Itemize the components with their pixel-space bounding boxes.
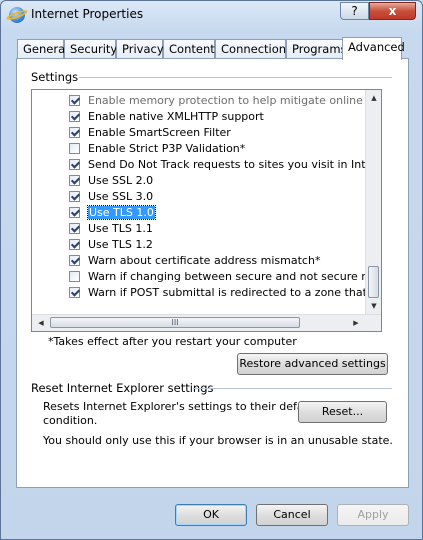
setting-label: Use TLS 1.1 (88, 222, 153, 235)
restart-note: *Takes effect after you restart your com… (48, 335, 297, 348)
settings-list[interactable]: Enable memory protection to help mitigat… (31, 89, 382, 332)
apply-button[interactable]: Apply (337, 504, 409, 526)
setting-item[interactable]: Warn if changing between secure and not … (32, 269, 366, 285)
tab-general[interactable]: General (17, 39, 68, 59)
tab-connections[interactable]: Connections (215, 39, 292, 59)
setting-checkbox[interactable] (69, 143, 80, 154)
settings-group-label: Settings (31, 70, 79, 84)
settings-items: Enable memory protection to help mitigat… (32, 93, 366, 306)
setting-label: Enable native XMLHTTP support (88, 110, 264, 123)
vertical-scrollbar[interactable]: ▲ ▼ (365, 90, 381, 314)
reset-divider (193, 388, 392, 389)
cancel-button[interactable]: Cancel (256, 504, 328, 526)
setting-item-selected[interactable]: Use TLS 1.0 (32, 205, 366, 221)
tab-security[interactable]: Security (64, 39, 117, 59)
reset-warning: You should only use this if your browser… (43, 434, 393, 447)
setting-checkbox[interactable] (69, 223, 80, 234)
reset-description-cont: condition. (43, 414, 98, 427)
setting-label: Warn about certificate address mismatch* (88, 254, 321, 267)
setting-checkbox[interactable] (69, 239, 80, 250)
setting-label: Enable Strict P3P Validation* (88, 142, 246, 155)
scroll-left-icon[interactable]: ◀ (33, 315, 49, 331)
setting-item[interactable]: Use SSL 2.0 (32, 173, 366, 189)
setting-label: Use SSL 3.0 (88, 190, 154, 203)
horizontal-scroll-thumb[interactable]: III (50, 317, 300, 328)
setting-item[interactable]: Enable memory protection to help mitigat… (32, 93, 366, 109)
setting-label: Send Do Not Track requests to sites you … (88, 158, 366, 171)
setting-checkbox[interactable] (69, 95, 80, 106)
setting-item[interactable]: Use SSL 3.0 (32, 189, 366, 205)
setting-checkbox[interactable] (69, 287, 80, 298)
window-title: Internet Properties (31, 7, 144, 21)
setting-checkbox[interactable] (69, 271, 80, 282)
setting-item[interactable]: Warn about certificate address mismatch* (32, 253, 366, 269)
reset-description: Resets Internet Explorer's settings to t… (43, 400, 318, 413)
setting-label: Use SSL 2.0 (88, 174, 154, 187)
tab-content[interactable]: Content (163, 39, 215, 59)
setting-item[interactable]: Enable SmartScreen Filter (32, 125, 366, 141)
setting-label: Enable SmartScreen Filter (88, 126, 231, 139)
setting-item[interactable]: Warn if POST submittal is redirected to … (32, 285, 366, 301)
setting-checkbox[interactable] (69, 191, 80, 202)
setting-checkbox[interactable] (69, 207, 80, 218)
setting-item[interactable]: Enable Strict P3P Validation* (32, 141, 366, 157)
settings-divider (79, 77, 392, 78)
setting-label: Use TLS 1.0 (87, 205, 156, 220)
setting-checkbox[interactable] (69, 175, 80, 186)
setting-label: Enable memory protection to help mitigat… (88, 94, 366, 107)
ok-button[interactable]: OK (175, 504, 247, 526)
setting-item[interactable]: Use TLS 1.2 (32, 237, 366, 253)
restore-advanced-settings-button[interactable]: Restore advanced settings (237, 353, 388, 375)
reset-group-label: Reset Internet Explorer settings (31, 381, 214, 395)
internet-properties-window: Internet Properties ? x General Security… (0, 0, 423, 540)
help-button[interactable]: ? (340, 2, 369, 20)
setting-item[interactable]: Enable native XMLHTTP support (32, 109, 366, 125)
scroll-down-icon[interactable]: ▼ (367, 298, 381, 314)
setting-checkbox[interactable] (69, 159, 80, 170)
title-bar[interactable]: Internet Properties ? x (1, 1, 422, 29)
setting-label: Warn if POST submittal is redirected to … (88, 286, 366, 299)
setting-label: Use TLS 1.2 (88, 238, 153, 251)
setting-item[interactable]: Send Do Not Track requests to sites you … (32, 157, 366, 173)
setting-checkbox[interactable] (69, 111, 80, 122)
tab-programs[interactable]: Programs (286, 39, 347, 59)
horizontal-scrollbar[interactable]: ◀ III ▶ (32, 314, 381, 331)
scroll-right-icon[interactable]: ▶ (348, 315, 364, 331)
setting-checkbox[interactable] (69, 255, 80, 266)
tab-advanced[interactable]: Advanced (342, 37, 405, 60)
setting-item[interactable]: Use TLS 1.1 (32, 221, 366, 237)
setting-label: Warn if changing between secure and not … (88, 270, 366, 283)
scroll-up-icon[interactable]: ▲ (367, 90, 381, 106)
tab-privacy[interactable]: Privacy (116, 39, 164, 59)
close-button[interactable]: x (369, 2, 416, 20)
setting-checkbox[interactable] (69, 127, 80, 138)
reset-button[interactable]: Reset... (298, 401, 387, 423)
vertical-scroll-thumb[interactable] (368, 266, 379, 298)
internet-globe-icon (9, 7, 25, 23)
